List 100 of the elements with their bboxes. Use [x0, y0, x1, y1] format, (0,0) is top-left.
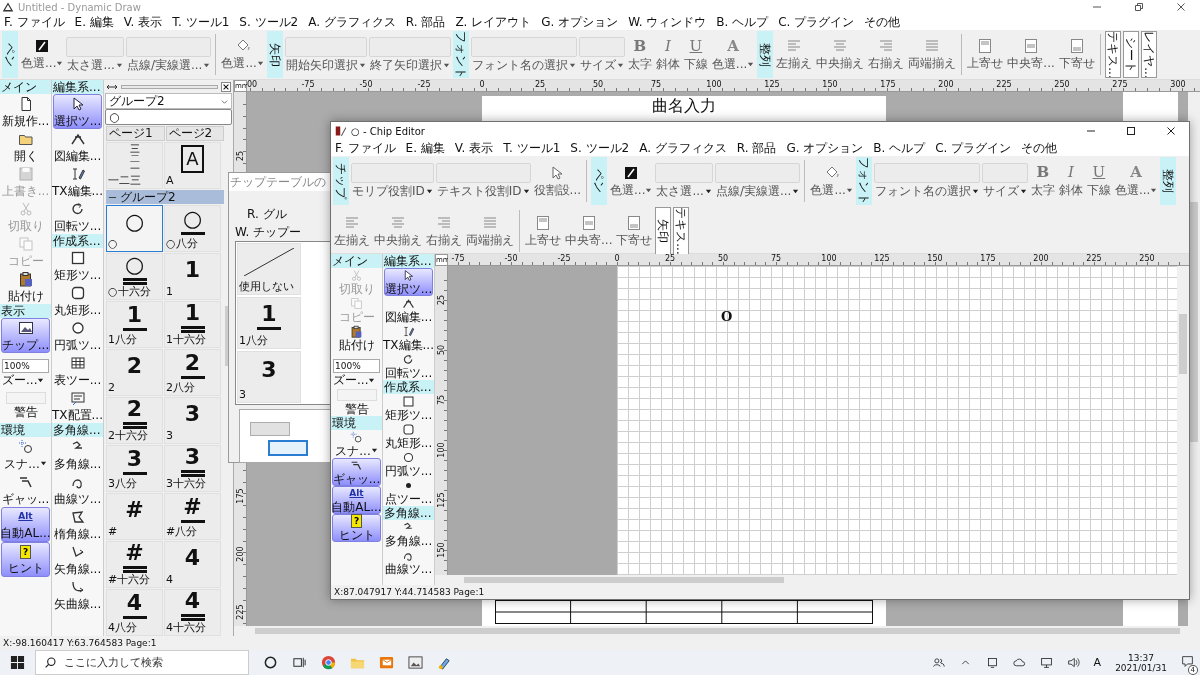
ruler-label: -25	[557, 254, 571, 263]
chip-symbol: 4	[184, 590, 201, 612]
palette-header: 多角線...	[383, 506, 434, 520]
chip-caption: 4	[165, 573, 174, 587]
chip-caption: 4八分	[107, 621, 138, 635]
ruler-label: -50	[504, 254, 518, 263]
section-label: ペン	[2, 31, 18, 78]
section-label: チップ	[333, 157, 349, 205]
ruler-label: 25	[436, 294, 446, 306]
chip-caption: 2	[107, 381, 116, 395]
page-title: 曲名入力	[652, 96, 716, 116]
window-title: Untitled - Dynamic Draw	[18, 1, 141, 13]
ruler-label: 250	[1139, 254, 1155, 263]
section-label: 整列	[757, 31, 774, 78]
chip-caption: ○十六分	[107, 285, 152, 299]
ruler-label: 50	[717, 254, 729, 263]
window-title: ○ - Chip Editor	[351, 125, 425, 137]
ruler-label: 300	[1170, 80, 1186, 89]
chip-caption: 3十六分	[165, 477, 207, 491]
ruler-label: 175	[235, 488, 245, 504]
ruler-label: 0	[614, 254, 620, 263]
chip-symbol: 3	[261, 359, 277, 381]
ruler-label: 200	[235, 546, 245, 562]
chip-caption: #	[107, 525, 119, 539]
chip-caption: 4十六分	[165, 621, 207, 635]
ruler-label: 25	[664, 254, 676, 263]
chip-symbol: ○	[182, 208, 203, 230]
chip-symbol: ○	[124, 254, 145, 276]
chip-symbol: 三二一	[129, 143, 140, 174]
field-label: W. チップー	[235, 225, 302, 239]
chip-caption: 一二三	[107, 174, 142, 188]
palette-header: 環境	[331, 416, 382, 430]
chip-caption: 3	[165, 429, 174, 443]
ruler-label: 125	[764, 80, 780, 89]
ruler-label: 175	[980, 254, 996, 263]
ruler-label: 275	[1112, 80, 1128, 89]
chip-symbol: #	[125, 542, 144, 564]
chip-caption: 使用しない	[238, 280, 295, 294]
ruler-label: 00	[247, 80, 258, 89]
chip-caption: 1八分	[238, 334, 269, 348]
chip-symbol: 1	[184, 258, 201, 281]
chip-symbol: ○	[124, 210, 145, 233]
palette-header: 多角線...	[52, 423, 103, 437]
ruler-label: 100	[821, 254, 837, 263]
ruler-label: 25	[235, 150, 245, 162]
chip-symbol: 2	[126, 354, 143, 377]
warning-label: 警告	[13, 405, 38, 419]
ruler-label: 100	[436, 442, 446, 458]
ruler-label: 75	[650, 80, 662, 89]
ruler-label: 125	[874, 254, 890, 263]
ruler-label: 200	[1033, 254, 1049, 263]
group-label: グループ2	[120, 190, 176, 204]
ruler-label: -75	[451, 254, 465, 263]
chip-symbol: #	[183, 496, 202, 518]
chip-symbol: 2	[126, 398, 143, 420]
chip-symbol: A	[181, 144, 204, 173]
chip-caption: #八分	[165, 525, 199, 539]
ruler-label: 150	[436, 542, 446, 558]
ruler-label: 0	[479, 80, 485, 89]
ruler-label: 225	[996, 80, 1012, 89]
field-label: R. グル	[247, 207, 287, 221]
ruler-label: -25	[417, 80, 431, 89]
ruler-label: 50	[436, 344, 446, 356]
ruler-label: 225	[1086, 254, 1102, 263]
chip-symbol: 3	[184, 446, 201, 468]
palette-header: 作成系...	[383, 380, 434, 394]
palette-header: 表示	[0, 304, 51, 318]
chip-caption: 3八分	[107, 477, 138, 491]
palette-header: 編集系...	[52, 80, 103, 94]
chip-symbol: 1	[184, 302, 201, 324]
chip-symbol: 1	[126, 304, 143, 326]
ruler-label: 150	[927, 254, 943, 263]
ruler-label: 100	[706, 80, 722, 89]
chip-symbol: 2	[184, 352, 201, 374]
ruler-label: 175	[880, 80, 896, 89]
chip-caption: 1八分	[107, 333, 138, 347]
section-label: 整列	[1160, 157, 1177, 205]
status-text: X:87.047917 Y:44.714583 Page:1	[331, 585, 1189, 599]
chip-caption: A	[165, 174, 175, 188]
chip-caption: ○八分	[165, 237, 199, 251]
chip-caption: 3	[238, 388, 247, 402]
ruler-label: 200	[938, 80, 954, 89]
section-label: フォント	[855, 157, 872, 205]
chip-caption: 2十六分	[107, 429, 149, 443]
palette-header: 作成系...	[52, 234, 103, 248]
palette-header: メイン	[331, 254, 382, 268]
palette-header: メイン	[0, 80, 51, 94]
chip-caption: 2八分	[165, 381, 196, 395]
ruler-label: 225	[235, 604, 245, 620]
ruler-label: 75	[770, 254, 782, 263]
section-label: 矢印	[266, 31, 283, 78]
section-label: ペン	[591, 157, 607, 205]
ruler-label: 50	[592, 80, 604, 89]
chip-caption: #十六分	[107, 573, 152, 587]
palette-header: 環境	[0, 423, 51, 437]
chip-symbol: 3	[184, 402, 201, 425]
chip-caption: 1	[165, 285, 174, 299]
ruler-label: 125	[436, 492, 446, 508]
ruler-label: -50	[359, 80, 373, 89]
chip-symbol: #	[125, 498, 144, 521]
